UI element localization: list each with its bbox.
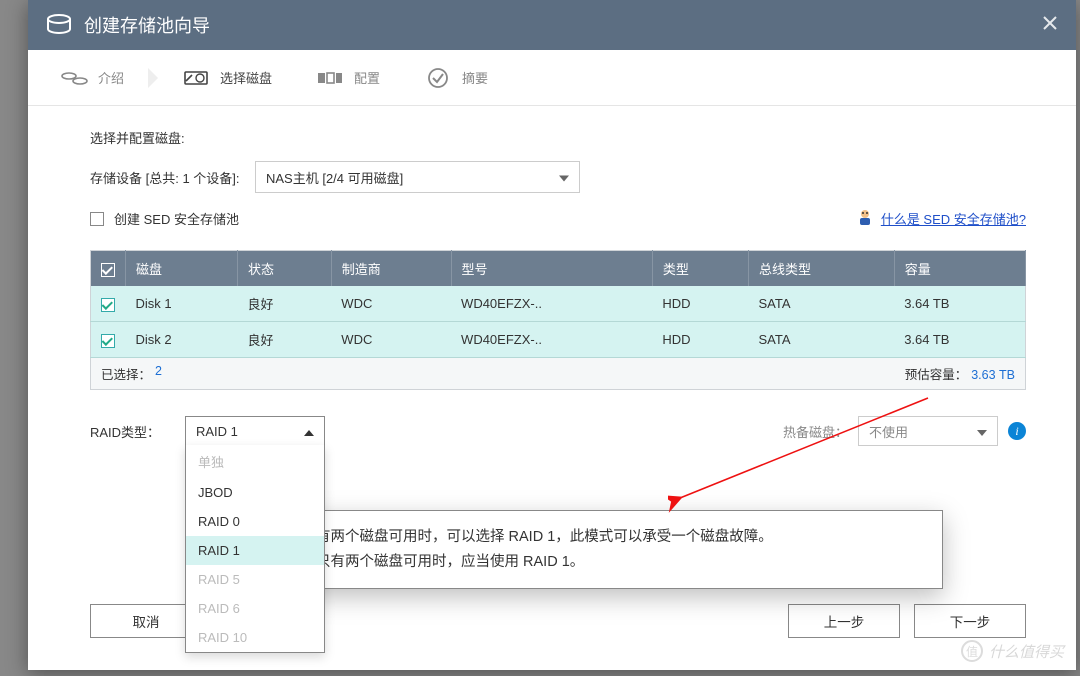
watermark-logo-icon: 值: [961, 640, 983, 662]
step-summary[interactable]: 摘要: [402, 50, 510, 105]
hotspare-label: 热备磁盘：: [783, 422, 848, 441]
table-legend: 已选择：2 预估容量：3.63 TB: [90, 358, 1026, 390]
sed-row: 创建 SED 安全存储池 什么是 SED 安全存储池?: [90, 207, 1026, 230]
table-header-row: 磁盘 状态 制造商 型号 类型 总线类型 容量: [91, 251, 1026, 287]
watermark: 值 什么值得买: [961, 640, 1064, 662]
title-bar: 创建存储池向导: [28, 0, 1076, 50]
step-configure[interactable]: 配置: [294, 50, 402, 105]
raid-option-jbod[interactable]: JBOD: [186, 478, 324, 507]
storage-icon: [46, 14, 72, 36]
step-select-disk[interactable]: 选择磁盘: [160, 50, 294, 105]
hotspare-select[interactable]: 不使用: [858, 416, 998, 446]
intro-icon: [60, 68, 88, 88]
raid-type-select[interactable]: RAID 1: [185, 416, 325, 446]
table-row[interactable]: Disk 1 良好 WDC WD40EFZX-.. HDD SATA 3.64 …: [91, 286, 1026, 322]
summary-icon: [424, 68, 452, 88]
raid-tooltip: 有两个磁盘可用时，可以选择 RAID 1，此模式可以承受一个磁盘故障。 只有两个…: [295, 510, 943, 589]
configure-icon: [316, 68, 344, 88]
table-row[interactable]: Disk 2 良好 WDC WD40EFZX-.. HDD SATA 3.64 …: [91, 322, 1026, 358]
wizard-stepper: 介绍 选择磁盘 配置 摘要: [28, 50, 1076, 106]
chevron-up-icon: [304, 424, 314, 439]
step-chevron: [148, 68, 158, 88]
prev-button[interactable]: 上一步: [788, 604, 900, 638]
hotspare-row: 热备磁盘： 不使用 i: [783, 416, 1026, 446]
close-icon[interactable]: [1042, 15, 1058, 36]
storage-device-row: 存储设备 [总共: 1 个设备]: NAS主机 [2/4 可用磁盘]: [90, 161, 1026, 193]
raid-dropdown: 单独 JBOD RAID 0 RAID 1 RAID 5 RAID 6 RAID…: [185, 445, 325, 653]
raid-option-single: 单独: [186, 445, 324, 478]
raid-label: RAID类型：: [90, 416, 185, 441]
raid-row: RAID类型： RAID 1 单独 JBOD RAID 0 RAID 1 RAI…: [90, 416, 1026, 446]
disk-icon: [182, 68, 210, 88]
help-person-icon: [855, 207, 875, 230]
chevron-down-icon: [977, 424, 987, 439]
storage-device-select[interactable]: NAS主机 [2/4 可用磁盘]: [255, 161, 580, 193]
sed-link[interactable]: 什么是 SED 安全存储池?: [881, 209, 1026, 228]
row-checkbox[interactable]: [101, 298, 115, 312]
disk-table: 磁盘 状态 制造商 型号 类型 总线类型 容量 Disk 1 良好 WDC WD…: [90, 250, 1026, 358]
info-icon[interactable]: i: [1008, 422, 1026, 440]
storage-device-label: 存储设备 [总共: 1 个设备]:: [90, 168, 255, 187]
raid-option-raid0[interactable]: RAID 0: [186, 507, 324, 536]
chevron-down-icon: [559, 170, 569, 185]
row-checkbox[interactable]: [101, 334, 115, 348]
sed-checkbox[interactable]: [90, 212, 104, 226]
window-title: 创建存储池向导: [84, 12, 210, 38]
step-intro[interactable]: 介绍: [38, 50, 146, 105]
sed-help: 什么是 SED 安全存储池?: [855, 207, 1026, 230]
raid-option-raid10: RAID 10: [186, 623, 324, 652]
wizard-dialog: 创建存储池向导 介绍 选择磁盘 配置 摘要 选择并配置磁盘: 存储设备 [总共:…: [28, 0, 1076, 670]
raid-option-raid6: RAID 6: [186, 594, 324, 623]
sed-label: 创建 SED 安全存储池: [114, 209, 239, 228]
section-title: 选择并配置磁盘:: [90, 128, 1026, 147]
select-all-checkbox[interactable]: [101, 263, 115, 277]
next-button[interactable]: 下一步: [914, 604, 1026, 638]
raid-option-raid5: RAID 5: [186, 565, 324, 594]
raid-option-raid1[interactable]: RAID 1: [186, 536, 324, 565]
